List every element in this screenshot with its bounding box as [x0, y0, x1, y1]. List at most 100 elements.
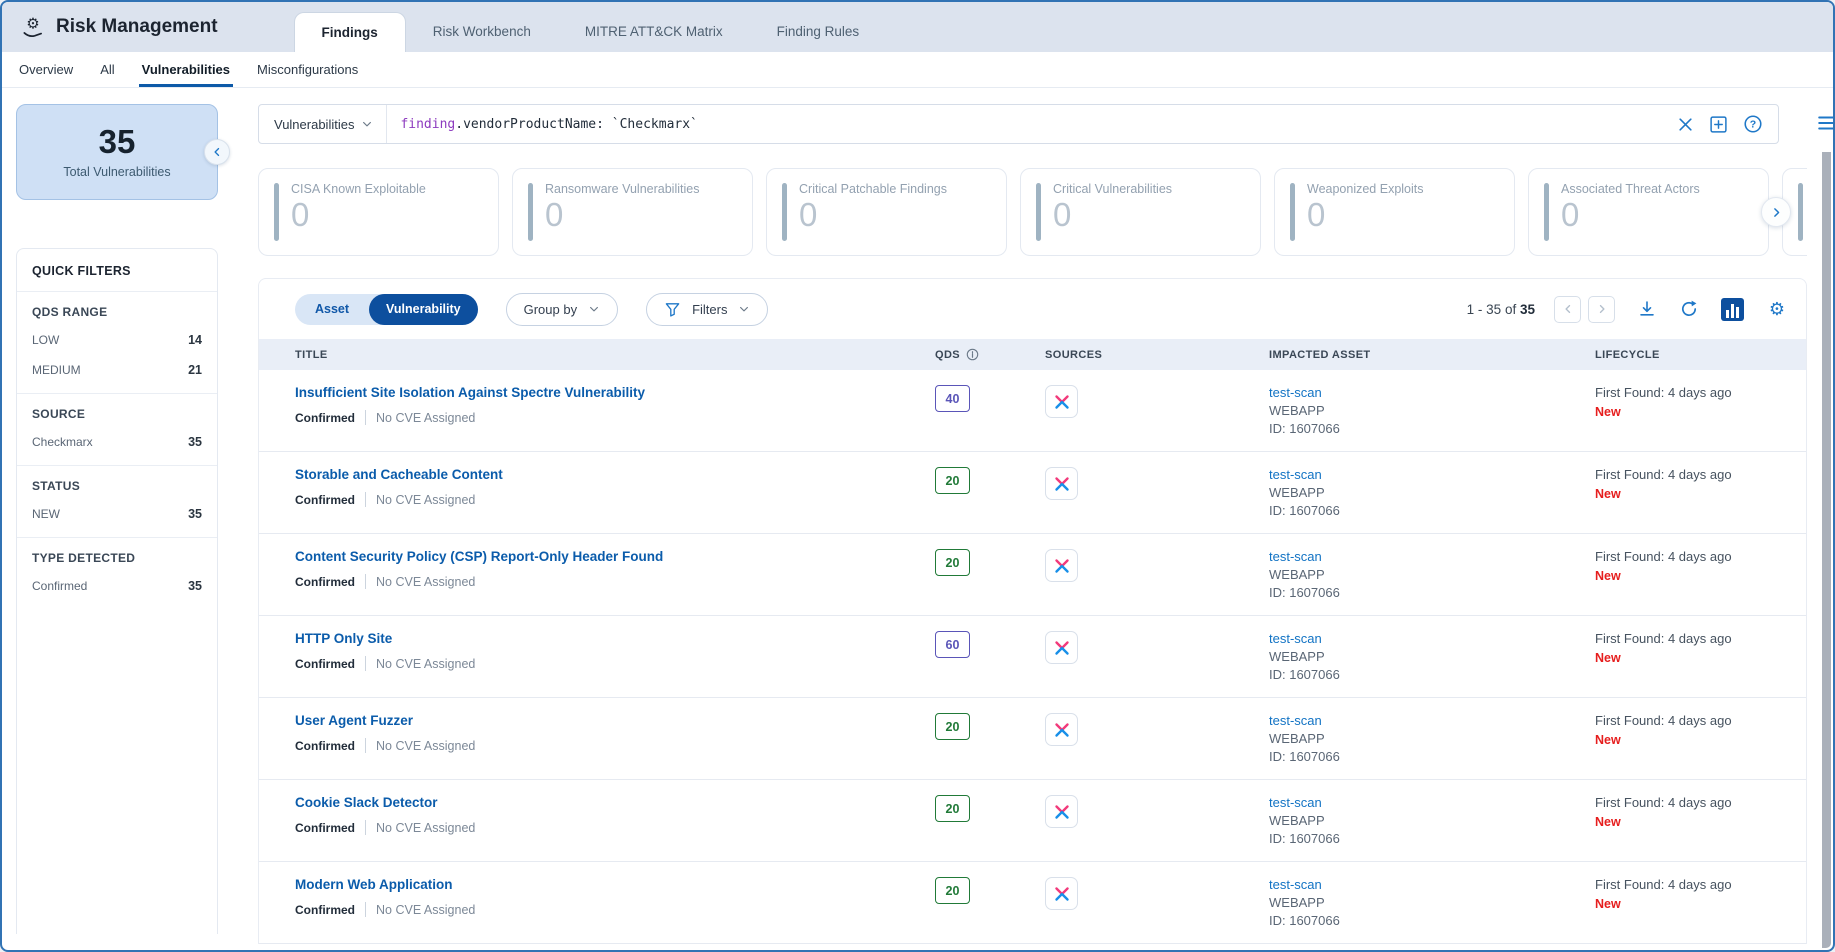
tab-finding-rules[interactable]: Finding Rules — [750, 12, 887, 52]
finding-title-link[interactable]: Storable and Cacheable Content — [295, 467, 935, 482]
subnav-misconfigurations[interactable]: Misconfigurations — [257, 52, 358, 87]
refresh-icon — [1679, 299, 1699, 319]
filter-label: LOW — [32, 333, 59, 347]
cve-label: No CVE Assigned — [376, 821, 475, 835]
total-vulnerabilities-card[interactable]: 35 Total Vulnerabilities — [16, 104, 218, 200]
results-toolbar: Asset Vulnerability Group by Filters 1 -… — [259, 279, 1806, 339]
filter-item-medium[interactable]: MEDIUM 21 — [32, 355, 202, 385]
card-accent-bar — [1290, 183, 1295, 241]
finding-title-link[interactable]: Cookie Slack Detector — [295, 795, 935, 810]
asset-name-link[interactable]: test-scan — [1269, 631, 1595, 646]
source-checkmarx-chip[interactable] — [1045, 631, 1078, 664]
cve-label: No CVE Assigned — [376, 657, 475, 671]
chevron-down-icon — [588, 303, 600, 315]
asset-name-link[interactable]: test-scan — [1269, 795, 1595, 810]
asset-name-link[interactable]: test-scan — [1269, 713, 1595, 728]
subnav-vulnerabilities[interactable]: Vulnerabilities — [142, 52, 230, 87]
card-accent-bar — [528, 183, 533, 241]
info-icon[interactable] — [966, 348, 979, 361]
column-sources[interactable]: SOURCES — [1045, 349, 1269, 361]
filter-item-low[interactable]: LOW 14 — [32, 325, 202, 355]
toggle-asset[interactable]: Asset — [295, 302, 369, 316]
finding-title-link[interactable]: HTTP Only Site — [295, 631, 935, 646]
card-critical-vulnerabilities[interactable]: Critical Vulnerabilities 0 — [1020, 168, 1261, 256]
tab-mitre-attack-matrix[interactable]: MITRE ATT&CK Matrix — [558, 12, 750, 52]
source-checkmarx-chip[interactable] — [1045, 467, 1078, 500]
filter-section-type-detected: TYPE DETECTED Confirmed 35 — [17, 538, 217, 609]
tab-findings[interactable]: Findings — [294, 12, 406, 52]
asset-id: ID: 1607066 — [1269, 667, 1595, 682]
pagination-prev-button[interactable] — [1554, 296, 1581, 323]
asset-name-link[interactable]: test-scan — [1269, 877, 1595, 892]
column-qds[interactable]: QDS — [935, 348, 1045, 361]
group-by-dropdown[interactable]: Group by — [506, 293, 618, 326]
lifecycle-state: New — [1595, 815, 1806, 829]
pagination-next-button[interactable] — [1588, 296, 1615, 323]
download-button[interactable] — [1637, 299, 1657, 319]
column-title[interactable]: TITLE — [295, 349, 935, 361]
table-row: User Agent Fuzzer ConfirmedNo CVE Assign… — [259, 698, 1806, 780]
cards-scroll-next-button[interactable] — [1761, 197, 1791, 227]
asset-type: WEBAPP — [1269, 403, 1595, 418]
finding-title-link[interactable]: Modern Web Application — [295, 877, 935, 892]
column-lifecycle[interactable]: LIFECYCLE — [1595, 349, 1806, 361]
subnav-all[interactable]: All — [100, 52, 114, 87]
filter-item-confirmed[interactable]: Confirmed 35 — [32, 571, 202, 601]
sidebar-collapse-button[interactable] — [204, 139, 230, 165]
source-checkmarx-chip[interactable] — [1045, 385, 1078, 418]
lifecycle-state: New — [1595, 405, 1806, 419]
card-critical-patchable-findings[interactable]: Critical Patchable Findings 0 — [766, 168, 1007, 256]
card-weaponized-exploits[interactable]: Weaponized Exploits 0 — [1274, 168, 1515, 256]
chart-view-button[interactable] — [1721, 298, 1744, 321]
findings-subnav: Overview All Vulnerabilities Misconfigur… — [2, 52, 1833, 88]
qds-score-badge: 20 — [935, 467, 970, 494]
asset-name-link[interactable]: test-scan — [1269, 385, 1595, 400]
filter-label: Checkmarx — [32, 435, 93, 449]
filter-section-title: SOURCE — [32, 407, 202, 421]
source-checkmarx-chip[interactable] — [1045, 549, 1078, 582]
card-associated-threat-actors[interactable]: Associated Threat Actors 0 — [1528, 168, 1769, 256]
vertical-scrollbar[interactable] — [1822, 152, 1831, 948]
asset-type: WEBAPP — [1269, 895, 1595, 910]
svg-text:⚙: ⚙ — [1769, 299, 1785, 319]
filter-count: 21 — [188, 363, 202, 377]
lifecycle-state: New — [1595, 487, 1806, 501]
pagination-range: 1 - 35 of 35 — [1467, 302, 1535, 317]
search-help-icon[interactable]: ? — [1743, 114, 1763, 134]
status-badge: Confirmed — [295, 821, 355, 835]
filter-item-checkmarx[interactable]: Checkmarx 35 — [32, 427, 202, 457]
cve-label: No CVE Assigned — [376, 493, 475, 507]
finding-title-link[interactable]: Insufficient Site Isolation Against Spec… — [295, 385, 935, 400]
settings-button[interactable]: ⚙ — [1766, 298, 1788, 320]
menu-hamburger-icon[interactable] — [1817, 114, 1835, 137]
checkmarx-icon — [1053, 803, 1071, 821]
clear-search-icon[interactable] — [1677, 116, 1694, 133]
finding-title-link[interactable]: User Agent Fuzzer — [295, 713, 935, 728]
refresh-button[interactable] — [1679, 299, 1699, 319]
filter-item-new[interactable]: NEW 35 — [32, 499, 202, 529]
card-label: Associated Threat Actors — [1561, 182, 1700, 196]
add-to-query-icon[interactable] — [1709, 115, 1728, 134]
bar-chart-icon — [1721, 298, 1744, 321]
search-scope-dropdown[interactable]: Vulnerabilities — [259, 105, 387, 143]
asset-name-link[interactable]: test-scan — [1269, 467, 1595, 482]
card-ransomware-vulnerabilities[interactable]: Ransomware Vulnerabilities 0 — [512, 168, 753, 256]
app-brand: ⚙ Risk Management — [20, 2, 218, 52]
source-checkmarx-chip[interactable] — [1045, 795, 1078, 828]
filters-dropdown[interactable]: Filters — [646, 293, 768, 326]
finding-title-link[interactable]: Content Security Policy (CSP) Report-Onl… — [295, 549, 935, 564]
source-checkmarx-chip[interactable] — [1045, 877, 1078, 910]
tab-risk-workbench[interactable]: Risk Workbench — [406, 12, 558, 52]
column-impacted-asset[interactable]: IMPACTED ASSET — [1269, 349, 1595, 361]
query-search-bar: Vulnerabilities finding.vendorProductNam… — [258, 104, 1779, 144]
card-accent-bar — [1798, 183, 1803, 241]
card-value: 0 — [1053, 196, 1172, 234]
toggle-vulnerability[interactable]: Vulnerability — [369, 294, 478, 325]
asset-name-link[interactable]: test-scan — [1269, 549, 1595, 564]
search-query-input[interactable]: finding.vendorProductName: `Checkmarx` — [400, 117, 1677, 132]
source-checkmarx-chip[interactable] — [1045, 713, 1078, 746]
chevron-down-icon — [738, 303, 750, 315]
subnav-overview[interactable]: Overview — [19, 52, 73, 87]
asset-vulnerability-toggle: Asset Vulnerability — [295, 294, 478, 325]
card-cisa-known-exploitable[interactable]: CISA Known Exploitable 0 — [258, 168, 499, 256]
